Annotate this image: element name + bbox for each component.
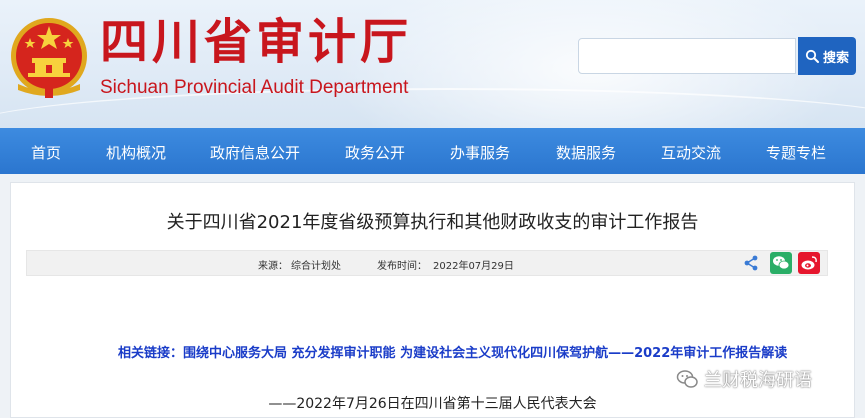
site-title: 四川省审计厅 — [100, 14, 413, 70]
related-link[interactable]: 围绕中心服务大局 充分发挥审计职能 为建设社会主义现代化四川保驾护航——2022… — [183, 346, 787, 361]
main-navigation: 首页 机构概况 政府信息公开 政务公开 办事服务 数据服务 互动交流 专题专栏 — [0, 128, 865, 174]
nav-item-home[interactable]: 首页 — [31, 142, 61, 163]
nav-item-gov-affairs[interactable]: 政务公开 — [345, 142, 405, 163]
national-emblem-icon — [11, 18, 87, 98]
weibo-icon[interactable] — [798, 252, 820, 274]
source-label: 来源： — [258, 261, 288, 272]
search-input[interactable] — [578, 38, 796, 74]
report-subline: ——2022年7月26日在四川省第十三届人民代表大会 — [268, 396, 597, 412]
search-icon — [805, 49, 819, 63]
source-value: 综合计划处 — [291, 261, 341, 272]
nav-item-topics[interactable]: 专题专栏 — [766, 142, 826, 163]
article-title: 关于四川省2021年度省级预算执行和其他财政收支的审计工作报告 — [166, 212, 699, 233]
nav-item-gov-info[interactable]: 政府信息公开 — [210, 142, 300, 163]
related-links: 相关链接：围绕中心服务大局 充分发挥审计职能 为建设社会主义现代化四川保驾护航—… — [118, 342, 787, 361]
watermark: 兰财税海研语 — [676, 366, 812, 392]
wechat-icon[interactable] — [770, 252, 792, 274]
wechat-watermark-icon — [676, 370, 698, 388]
share-icon[interactable] — [742, 254, 760, 272]
related-label: 相关链接： — [118, 346, 184, 361]
search-button[interactable]: 搜索 — [798, 37, 856, 75]
search-button-label: 搜索 — [822, 50, 849, 66]
watermark-text: 兰财税海研语 — [704, 370, 812, 391]
date-value: 2022年07月29日 — [433, 261, 514, 272]
nav-item-data[interactable]: 数据服务 — [556, 142, 616, 163]
article-meta-bar — [26, 250, 828, 276]
date-label: 发布时间： — [377, 261, 427, 272]
site-header: 四川省审计厅 Sichuan Provincial Audit Departme… — [0, 0, 865, 128]
nav-item-organization[interactable]: 机构概况 — [106, 142, 166, 163]
nav-item-services[interactable]: 办事服务 — [450, 142, 510, 163]
site-subtitle: Sichuan Provincial Audit Department — [100, 77, 409, 98]
nav-item-interaction[interactable]: 互动交流 — [661, 142, 721, 163]
